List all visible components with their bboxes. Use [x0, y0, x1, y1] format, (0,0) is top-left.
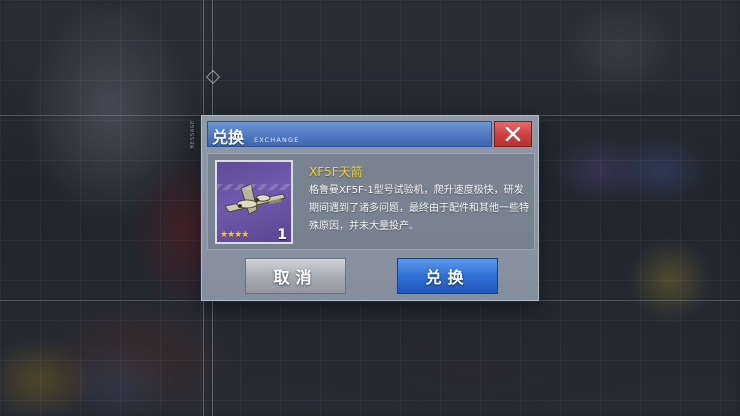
- cancel-button[interactable]: 取消: [245, 258, 346, 294]
- close-x-icon: [505, 126, 521, 142]
- game-screen: MESSAGE 兑换 EXCHANGE ★★★★ 1 XF5F天箭 格鲁曼XF5…: [0, 0, 740, 416]
- dialog-title: 兑换: [212, 128, 245, 147]
- item-info-panel: ★★★★ 1 XF5F天箭 格鲁曼XF5F-1型号试验机，爬升速度极快，研发期间…: [207, 153, 535, 250]
- fighter-plane-icon: [224, 183, 285, 215]
- rarity-stars: ★★★★: [220, 230, 249, 240]
- item-card[interactable]: ★★★★ 1: [215, 160, 293, 244]
- dialog-title-en: EXCHANGE: [254, 136, 300, 144]
- side-tag-label: MESSAGE: [190, 120, 196, 149]
- close-button[interactable]: [494, 121, 532, 147]
- item-description: 格鲁曼XF5F-1型号试验机，爬升速度极快，研发期间遇到了诸多问题，最终由于配件…: [309, 185, 529, 232]
- dialog-title-bar: 兑换 EXCHANGE: [207, 121, 492, 147]
- item-name: XF5F天箭: [309, 165, 363, 179]
- exchange-dialog: 兑换 EXCHANGE ★★★★ 1 XF5F天箭 格鲁曼XF5F-1型号试验机…: [201, 115, 539, 301]
- confirm-exchange-button[interactable]: 兑换: [397, 258, 498, 294]
- item-quantity: 1: [277, 227, 287, 243]
